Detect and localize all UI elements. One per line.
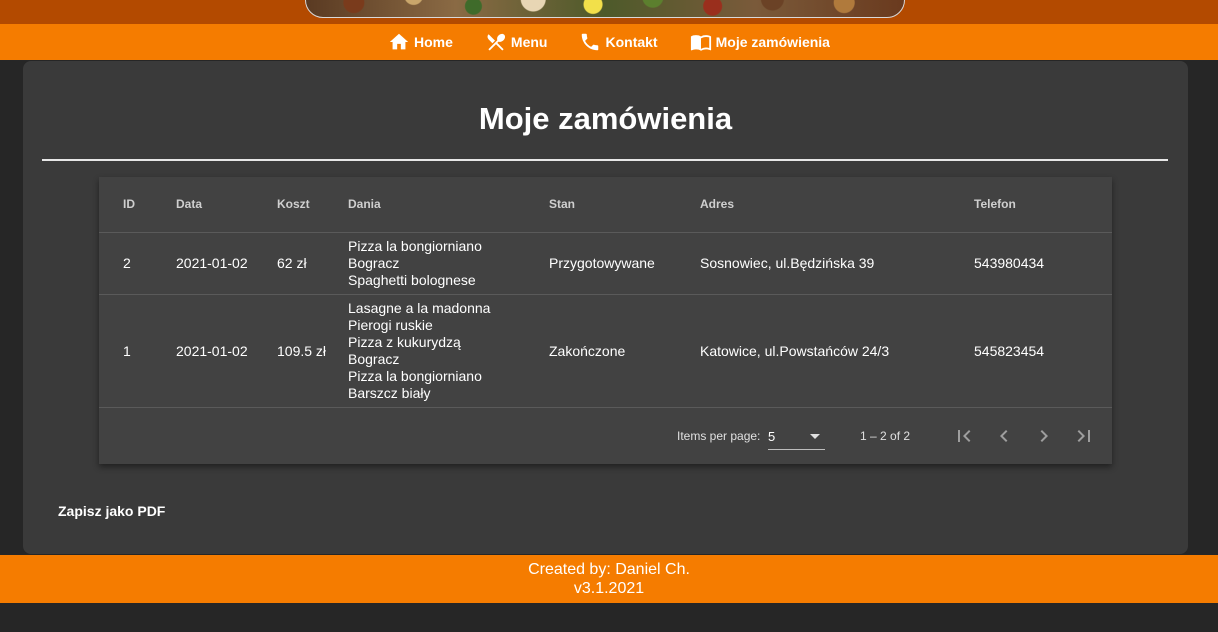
nav-item-label: Moje zamówienia xyxy=(715,34,830,50)
items-per-page-label: Items per page: xyxy=(677,429,761,443)
last-page-icon xyxy=(1077,430,1090,442)
utensils-icon xyxy=(487,33,505,51)
nav-item-label: Kontakt xyxy=(605,34,658,50)
orders-card: Moje zamówienia ID Data Koszt Dania Stan… xyxy=(23,61,1188,554)
top-banner xyxy=(0,0,1218,24)
save-pdf-button[interactable]: Zapisz jako PDF xyxy=(58,503,165,519)
cell-stan: Przygotowywane xyxy=(549,255,655,271)
dish-item: Bogracz xyxy=(348,255,400,271)
orders-table: ID Data Koszt Dania Stan Adres Telefon 2… xyxy=(99,177,1112,464)
previous-page-button[interactable] xyxy=(992,424,1016,448)
cell-telefon: 543980434 xyxy=(974,255,1045,271)
first-page-icon xyxy=(958,430,971,442)
book-icon xyxy=(690,35,711,51)
column-header-adres[interactable]: Adres xyxy=(700,177,734,232)
column-header-id[interactable]: ID xyxy=(123,177,135,232)
dish-item: Pizza z kukurydzą xyxy=(348,334,461,350)
cell-dania: Pizza la bongiorniano Bogracz Spaghetti … xyxy=(348,233,482,294)
page-size-select[interactable]: 5 xyxy=(768,422,825,450)
home-icon xyxy=(389,33,409,50)
dish-item: Spaghetti bolognese xyxy=(348,272,476,288)
cell-koszt: 62 zł xyxy=(277,255,307,271)
food-banner-image xyxy=(305,0,905,18)
cell-adres: Katowice, ul.Powstańców 24/3 xyxy=(700,342,890,359)
chevron-right-icon xyxy=(1040,430,1048,442)
next-page-button[interactable] xyxy=(1032,424,1056,448)
cell-adres: Sosnowiec, ul.Będzińska 39 xyxy=(700,255,875,271)
footer-version: v3.1.2021 xyxy=(573,580,645,597)
page-range-label: 1 – 2 of 2 xyxy=(860,429,911,443)
dish-item: Pierogi ruskie xyxy=(348,317,433,333)
cell-id: 2 xyxy=(123,255,131,271)
dropdown-arrow-icon xyxy=(810,434,820,439)
column-header-dania[interactable]: Dania xyxy=(348,177,381,232)
table-header-row: ID Data Koszt Dania Stan Adres Telefon xyxy=(99,177,1112,233)
cell-id: 1 xyxy=(123,342,131,359)
cell-dania: Lasagne a la madonna Pierogi ruskie Pizz… xyxy=(348,295,490,407)
table-row[interactable]: 2 2021-01-02 62 zł Pizza la bongiorniano… xyxy=(99,233,1112,295)
cell-telefon: 545823454 xyxy=(974,342,1045,359)
first-page-button[interactable] xyxy=(952,424,976,448)
nav-item-menu[interactable]: Menu xyxy=(485,31,548,53)
dish-item: Pizza la bongiorniano xyxy=(348,368,482,384)
title-divider xyxy=(42,159,1168,161)
column-header-koszt[interactable]: Koszt xyxy=(277,177,310,232)
cell-data: 2021-01-02 xyxy=(176,342,248,359)
footer: Created by: Daniel Ch. v3.1.2021 xyxy=(0,555,1218,603)
table-paginator: Items per page: 5 1 – 2 of 2 xyxy=(99,408,1112,464)
phone-icon xyxy=(582,33,599,51)
nav-item-label: Home xyxy=(414,34,453,50)
nav-item-kontakt[interactable]: Kontakt xyxy=(579,31,658,53)
column-header-telefon[interactable]: Telefon xyxy=(974,177,1016,232)
column-header-data[interactable]: Data xyxy=(176,177,202,232)
dish-item: Lasagne a la madonna xyxy=(348,300,491,316)
dish-item: Bogracz xyxy=(348,351,400,367)
dish-item: Pizza la bongiorniano xyxy=(348,238,482,254)
column-header-stan[interactable]: Stan xyxy=(549,177,575,232)
cell-koszt: 109.5 zł xyxy=(277,342,327,359)
footer-credit: Created by: Daniel Ch. xyxy=(528,561,690,578)
last-page-button[interactable] xyxy=(1072,424,1096,448)
chevron-left-icon xyxy=(1000,430,1008,442)
page-size-value: 5 xyxy=(768,429,776,444)
nav-item-label: Menu xyxy=(510,34,548,50)
cell-stan: Zakończone xyxy=(549,342,626,359)
dish-item: Barszcz biały xyxy=(348,385,431,401)
table-row[interactable]: 1 2021-01-02 109.5 zł Lasagne a la madon… xyxy=(99,295,1112,408)
main-nav: Home Menu Kontakt Moje zamówienia xyxy=(0,24,1218,60)
page-title: Moje zamówienia xyxy=(478,101,733,136)
cell-data: 2021-01-02 xyxy=(176,255,248,271)
nav-item-home[interactable]: Home xyxy=(388,31,453,53)
nav-item-moje-zamowienia[interactable]: Moje zamówienia xyxy=(690,31,830,53)
